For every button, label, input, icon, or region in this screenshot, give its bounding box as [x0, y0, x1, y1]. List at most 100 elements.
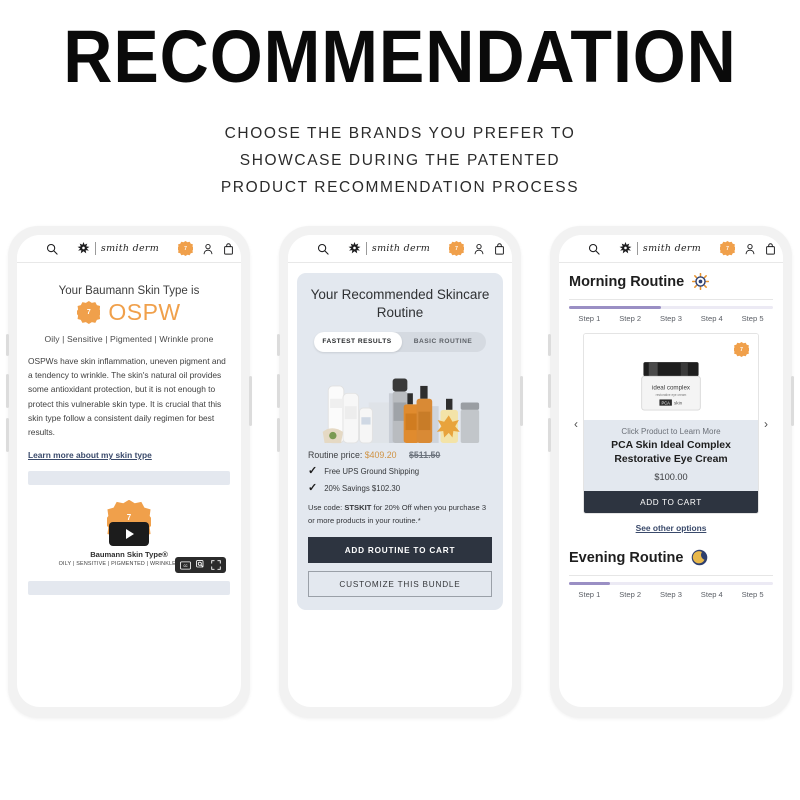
phone-screen: smith derm 7 — [288, 235, 512, 707]
product-carousel: ‹ 7 ideal complex restorative eye cream … — [569, 333, 773, 514]
chevron-right-icon[interactable]: › — [759, 417, 773, 431]
svg-text:restorative eye cream: restorative eye cream — [656, 393, 687, 397]
skin-type-row: 7 OSPW — [28, 299, 230, 326]
account-icon[interactable] — [744, 243, 756, 255]
product-name: PCA Skin Ideal Complex Restorative Eye C… — [611, 440, 731, 465]
progress-fill — [569, 306, 661, 309]
morning-step-1[interactable]: Step 1 — [569, 314, 610, 323]
shopping-bag-icon[interactable] — [494, 242, 505, 255]
tab-fastest-results[interactable]: FASTEST RESULTS — [314, 332, 400, 352]
brand-logo[interactable]: smith derm — [619, 241, 701, 256]
skin-type-content: Your Baumann Skin Type is 7 OSPW Oily | … — [17, 263, 241, 707]
evening-step-labels: Step 1 Step 2 Step 3 Step 4 Step 5 — [569, 590, 773, 599]
product-card[interactable]: 7 ideal complex restorative eye cream PC… — [583, 333, 759, 514]
app-header-bar: smith derm 7 — [288, 235, 512, 263]
shopping-bag-icon[interactable] — [223, 242, 234, 255]
svg-text:skin: skin — [674, 401, 683, 406]
phone-volume-up-button — [6, 374, 9, 408]
recommendation-slide: RECOMMENDATION CHOOSE THE BRANDS YOU PRE… — [0, 0, 800, 800]
brand-divider — [94, 242, 96, 255]
routine-card: Your Recommended Skincare Routine FASTES… — [297, 273, 503, 610]
evening-step-4[interactable]: Step 4 — [691, 590, 732, 599]
phone-power-button — [520, 376, 523, 426]
brand-logo[interactable]: smith derm — [348, 241, 430, 256]
phone-mockups: smith derm 7 Your Baumann Skin Type is 7… — [0, 226, 800, 736]
morning-routine-header: Morning Routine — [569, 273, 773, 290]
svg-text:cc: cc — [183, 563, 187, 568]
divider — [569, 299, 773, 300]
phone-volume-up-button — [548, 374, 551, 408]
skin-type-badge[interactable]: 7 — [177, 241, 193, 256]
brand-divider — [365, 242, 367, 255]
video-top-bar — [28, 471, 230, 486]
add-to-cart-button[interactable]: ADD TO CART — [584, 491, 758, 513]
search-icon[interactable] — [588, 243, 600, 255]
skin-type-attributes: Oily | Sensitive | Pigmented | Wrinkle p… — [44, 334, 214, 344]
app-header-actions: 7 — [177, 241, 234, 256]
routine-type-toggle[interactable]: FASTEST RESULTS BASIC ROUTINE — [314, 332, 486, 352]
video-stage[interactable]: 7 Baumann Skin Type® OILY | SENSITIVE | … — [28, 485, 230, 582]
play-icon[interactable] — [109, 521, 149, 546]
skin-type-code: OSPW — [108, 299, 181, 325]
phone-power-button — [249, 376, 252, 426]
leaf-icon — [348, 242, 361, 254]
phone-volume-down-button — [548, 418, 551, 452]
hamburger-icon[interactable] — [24, 245, 37, 252]
routine-bundle-content: Your Recommended Skincare Routine FASTES… — [288, 263, 512, 707]
hamburger-icon[interactable] — [295, 245, 308, 252]
brand-wordmark: smith derm — [371, 243, 431, 254]
leaf-icon — [619, 242, 632, 254]
video-bottom-bar — [28, 581, 230, 596]
benefit-shipping-label: Free UPS Ground Shipping — [324, 467, 420, 476]
phone-power-button — [791, 376, 794, 426]
skin-type-description: OSPWs have skin inflammation, uneven pig… — [28, 356, 226, 438]
brand-wordmark: smith derm — [100, 243, 160, 254]
morning-step-2[interactable]: Step 2 — [610, 314, 651, 323]
chevron-left-icon[interactable]: ‹ — [569, 417, 583, 431]
search-icon[interactable] — [317, 243, 329, 255]
search-icon[interactable] — [46, 243, 58, 255]
fullscreen-icon[interactable] — [211, 560, 221, 570]
evening-step-2[interactable]: Step 2 — [610, 590, 651, 599]
skin-type-badge[interactable]: 7 — [448, 241, 464, 256]
phone-volume-up-button — [277, 374, 280, 408]
phone-volume-down-button — [277, 418, 280, 452]
progress-fill — [569, 582, 610, 585]
hamburger-icon[interactable] — [566, 245, 579, 252]
closed-caption-icon[interactable]: cc — [180, 561, 191, 570]
eye-cream-jar-icon: ideal complex restorative eye cream PCA … — [641, 362, 701, 411]
video-player[interactable]: 7 Baumann Skin Type® OILY | SENSITIVE | … — [28, 471, 230, 596]
phone-side-button — [548, 334, 551, 356]
page-subtitle: CHOOSE THE BRANDS YOU PREFER TO SHOWCASE… — [0, 120, 800, 201]
brand-logo[interactable]: smith derm — [77, 241, 159, 256]
account-icon[interactable] — [473, 243, 485, 255]
skin-type-badge[interactable]: 7 — [719, 241, 735, 256]
morning-step-4[interactable]: Step 4 — [691, 314, 732, 323]
moon-icon — [692, 549, 708, 566]
brand-divider — [636, 242, 638, 255]
brand-wordmark: smith derm — [642, 243, 702, 254]
zoom-search-icon[interactable] — [196, 560, 206, 570]
svg-text:PCA: PCA — [661, 401, 670, 406]
evening-step-5[interactable]: Step 5 — [732, 590, 773, 599]
morning-step-3[interactable]: Step 3 — [651, 314, 692, 323]
subtitle-line-2: SHOWCASE DURING THE PATENTED — [239, 152, 561, 169]
learn-more-skin-type-link[interactable]: Learn more about my skin type — [28, 450, 152, 460]
product-lineup-image — [308, 358, 492, 444]
app-header-actions: 7 — [719, 241, 776, 256]
product-image[interactable]: ideal complex restorative eye cream PCA … — [584, 334, 758, 420]
app-header-actions: 7 — [448, 241, 505, 256]
phone-side-button — [6, 334, 9, 356]
evening-step-3[interactable]: Step 3 — [651, 590, 692, 599]
see-other-options-link[interactable]: See other options — [569, 523, 773, 533]
phone-side-button — [277, 334, 280, 356]
account-icon[interactable] — [202, 243, 214, 255]
evening-step-progress: Step 1 Step 2 Step 3 Step 4 Step 5 — [569, 582, 773, 599]
shopping-bag-icon[interactable] — [765, 242, 776, 255]
morning-step-5[interactable]: Step 5 — [732, 314, 773, 323]
customize-bundle-button[interactable]: CUSTOMIZE THIS BUNDLE — [308, 571, 492, 597]
evening-step-1[interactable]: Step 1 — [569, 590, 610, 599]
tab-basic-routine[interactable]: BASIC ROUTINE — [400, 332, 486, 352]
add-routine-to-cart-button[interactable]: ADD ROUTINE TO CART — [308, 537, 492, 563]
app-header-bar: smith derm 7 — [17, 235, 241, 263]
